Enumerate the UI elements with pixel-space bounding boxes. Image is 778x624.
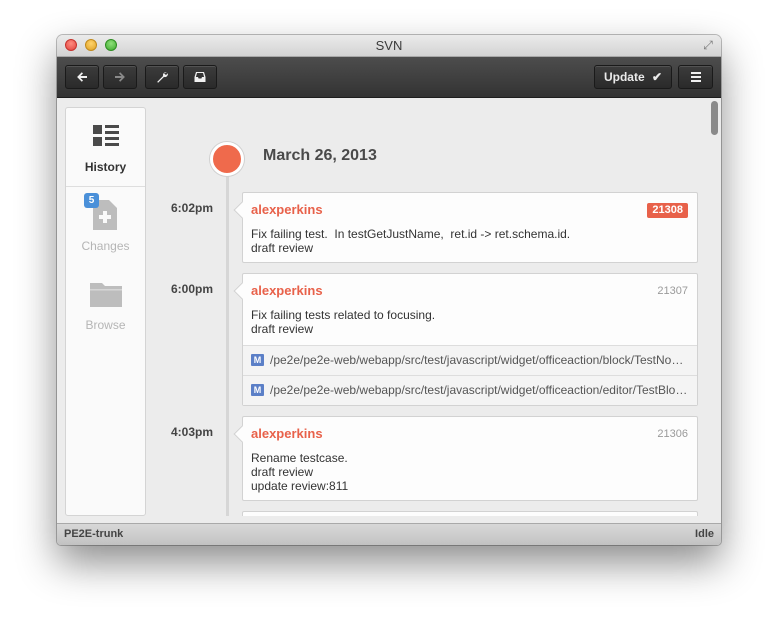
commit-card[interactable]: alexperkins 21306 Rename testcase. draft… xyxy=(242,416,698,501)
commit-author[interactable]: alexperkins xyxy=(251,283,323,298)
commit-author[interactable]: alexperkins xyxy=(251,426,323,441)
modified-status-icon: M xyxy=(251,354,264,366)
sidebar-item-browse[interactable]: Browse xyxy=(66,266,145,345)
sidebar: History 5 Changes Browse xyxy=(65,107,146,516)
date-marker-dot xyxy=(210,142,244,176)
history-list-icon xyxy=(93,125,119,146)
revision-number: 21306 xyxy=(657,428,688,440)
update-button[interactable]: Update ✔ xyxy=(594,65,672,89)
menu-button[interactable] xyxy=(678,65,713,89)
update-button-label: Update xyxy=(603,70,645,84)
wrench-icon xyxy=(157,72,168,83)
revision-badge: 21308 xyxy=(647,203,688,218)
fullscreen-icon[interactable]: ⤢ xyxy=(701,38,715,52)
revision-number: 21307 xyxy=(657,285,688,297)
modified-status-icon: M xyxy=(251,384,264,396)
commit-message-line: Fix failing tests related to focusing. xyxy=(251,308,436,322)
back-button[interactable] xyxy=(65,65,99,89)
commit-message-line: draft review xyxy=(251,465,314,479)
timeline-line xyxy=(226,173,229,516)
changes-count-badge: 5 xyxy=(84,193,99,208)
commit-card[interactable]: alexperkins 21307 Fix failing tests rela… xyxy=(242,273,698,406)
commit-message-line: update review:811 xyxy=(251,479,349,493)
forward-button[interactable] xyxy=(103,65,137,89)
commit-time: 6:02pm xyxy=(170,201,213,215)
checkmark-icon: ✔ xyxy=(651,70,663,84)
commit-message-line: Rename testcase. xyxy=(251,451,348,465)
window-title: SVN xyxy=(375,38,403,53)
commit-time: 6:00pm xyxy=(170,282,213,296)
status-text: Idle xyxy=(695,528,714,540)
commit-message-line: draft review xyxy=(251,322,314,336)
history-timeline: March 26, 2013 6:02pm alexperkins 21308 … xyxy=(154,98,704,516)
sidebar-item-label: History xyxy=(84,160,127,174)
inbox-button[interactable] xyxy=(183,65,217,89)
file-path: /pe2e/pe2e-web/webapp/src/test/javascrip… xyxy=(270,353,688,367)
file-path: /pe2e/pe2e-web/webapp/src/test/javascrip… xyxy=(270,383,688,397)
sidebar-item-changes[interactable]: 5 Changes xyxy=(66,187,145,266)
commit-time: 4:03pm xyxy=(170,425,213,439)
status-bar: PE2E-trunk Idle xyxy=(57,523,721,545)
sidebar-item-label: Changes xyxy=(81,239,130,253)
commit-message: Fix failing tests related to focusing. d… xyxy=(251,308,435,336)
commit-message-line: draft review xyxy=(251,241,314,255)
arrow-left-icon xyxy=(77,72,87,82)
commit-card-partial[interactable] xyxy=(242,511,698,516)
list-menu-icon xyxy=(690,72,701,82)
settings-button[interactable] xyxy=(145,65,179,89)
commit-message: Rename testcase. draft review update rev… xyxy=(251,451,348,493)
date-heading: March 26, 2013 xyxy=(263,147,377,164)
repository-name: PE2E-trunk xyxy=(64,528,124,540)
inbox-icon xyxy=(194,72,206,82)
commit-author[interactable]: alexperkins xyxy=(251,202,323,217)
app-window: SVN ⤢ Update ✔ History 5 Changes Browse … xyxy=(57,35,721,545)
arrow-right-icon xyxy=(115,72,125,82)
sidebar-item-history[interactable]: History xyxy=(66,108,145,187)
commit-message: Fix failing test. In testGetJustName, re… xyxy=(251,227,570,255)
commit-message-line: Fix failing test. In testGetJustName, re… xyxy=(251,227,571,241)
changed-file-row[interactable]: M /pe2e/pe2e-web/webapp/src/test/javascr… xyxy=(243,345,697,375)
changed-file-row[interactable]: M /pe2e/pe2e-web/webapp/src/test/javascr… xyxy=(243,375,697,405)
folder-icon xyxy=(90,283,122,307)
vertical-scrollbar[interactable] xyxy=(711,101,718,135)
commit-card[interactable]: alexperkins 21308 Fix failing test. In t… xyxy=(242,192,698,263)
sidebar-item-label: Browse xyxy=(85,318,126,332)
title-bar: SVN ⤢ xyxy=(57,35,721,57)
toolbar: Update ✔ xyxy=(57,57,721,98)
